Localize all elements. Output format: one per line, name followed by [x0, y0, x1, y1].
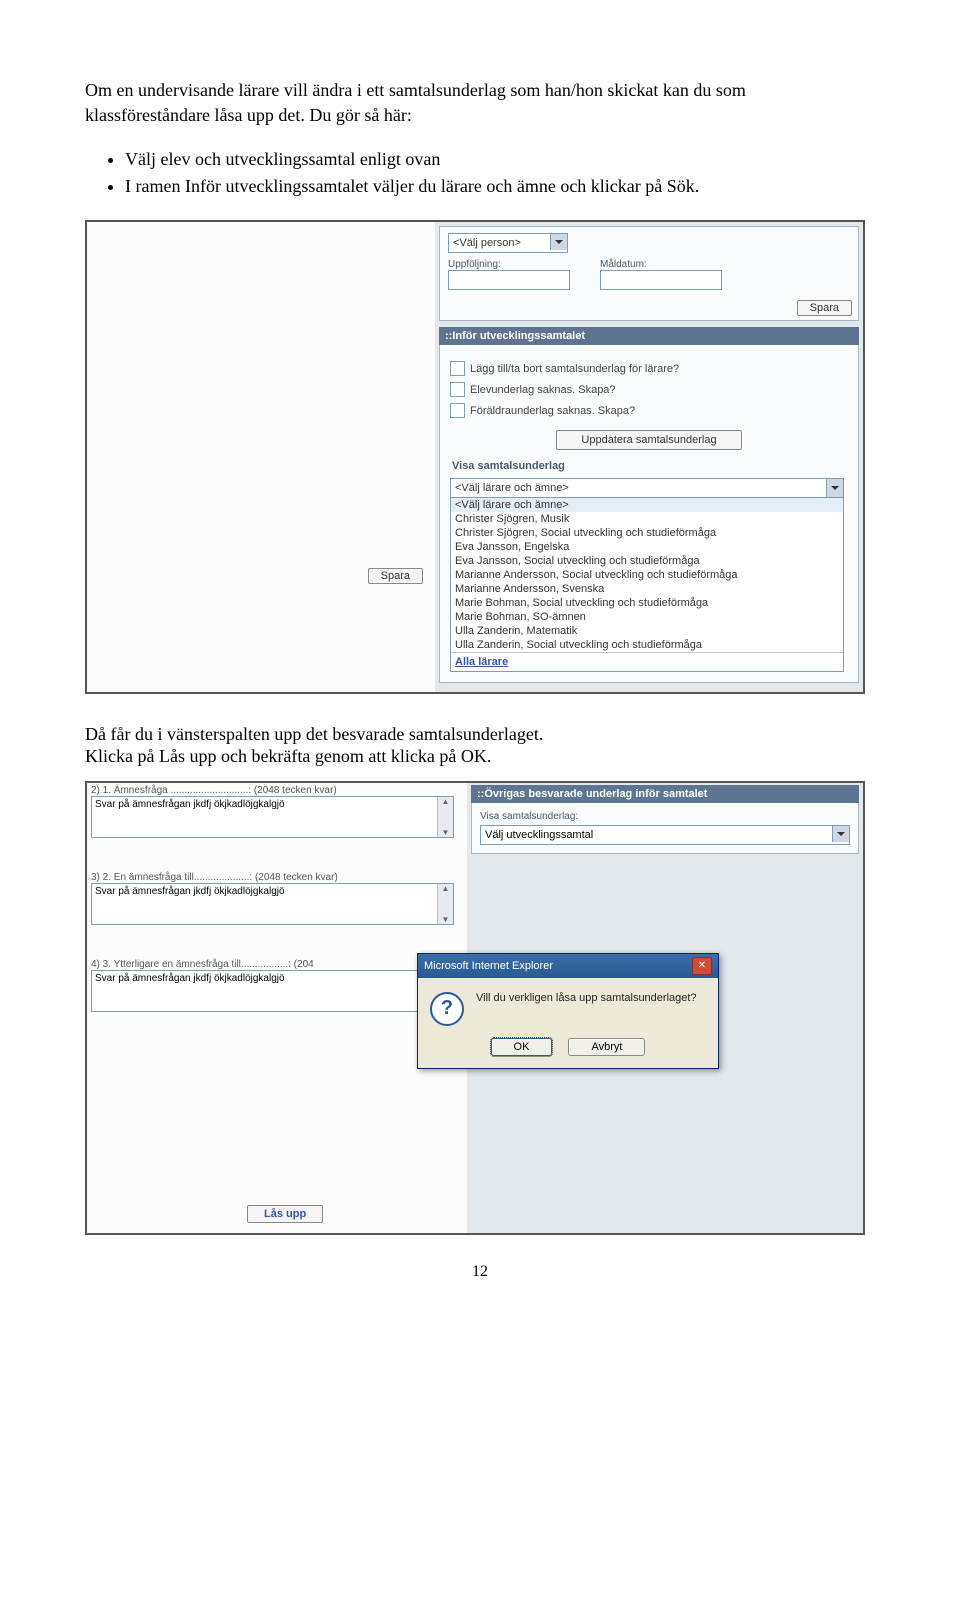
- uppdatera-button[interactable]: Uppdatera samtalsunderlag: [556, 430, 741, 450]
- dropdown-option[interactable]: Eva Jansson, Engelska: [451, 540, 843, 554]
- spara-left-button[interactable]: Spara: [368, 568, 423, 584]
- dropdown-option[interactable]: Eva Jansson, Social utveckling och studi…: [451, 554, 843, 568]
- qa-answer-1: Svar på ämnesfrågan jkdfj ökjkadlöjgkalg…: [95, 799, 285, 810]
- maldatum-label: Måldatum:: [600, 259, 722, 270]
- ok-button[interactable]: OK: [491, 1038, 553, 1056]
- check-row-3[interactable]: Föräldraunderlag saknas. Skapa?: [450, 403, 848, 418]
- screenshot-2: 2) 1. Ämnesfråga .......................…: [85, 781, 865, 1235]
- dropdown-selected-text: <Välj lärare och ämne>: [455, 482, 569, 494]
- visa-samtalsunderlag-label: Visa samtalsunderlag: [452, 460, 848, 472]
- scrollbar[interactable]: ▲▼: [437, 797, 453, 837]
- question-icon: ?: [430, 992, 464, 1026]
- qa-label-2: 3) 2. En ämnesfråga till................…: [91, 872, 463, 883]
- checkbox-icon[interactable]: [450, 403, 465, 418]
- chevron-down-icon: [826, 479, 843, 497]
- infor-panel-header: ::Inför utvecklingssamtalet: [439, 327, 859, 345]
- qa-label-3: 4) 3. Ytterligare en ämnesfråga till....…: [91, 959, 463, 970]
- ovriga-panel-header: ::Övrigas besvarade underlag inför samta…: [471, 785, 859, 803]
- screenshot-2-wrap: 2) 1. Ämnesfråga .......................…: [85, 781, 875, 1235]
- dropdown-option[interactable]: Christer Sjögren, Musik: [451, 512, 843, 526]
- dialog-title: Microsoft Internet Explorer: [424, 960, 553, 972]
- ovriga-select[interactable]: Välj utvecklingssamtal: [480, 825, 850, 845]
- intro-text: Om en undervisande lärare vill ändra i e…: [85, 78, 875, 128]
- chevron-down-icon: [550, 234, 567, 250]
- valj-person-value: <Välj person>: [453, 237, 521, 249]
- shot1-left-column: Spara: [87, 222, 435, 692]
- check-row-1[interactable]: Lägg till/ta bort samtalsunderlag för lä…: [450, 361, 848, 376]
- screenshot-1-wrap: Spara <Välj person> Uppföljning: Mål: [85, 220, 875, 694]
- check-label-3: Föräldraunderlag saknas. Skapa?: [470, 405, 635, 417]
- check-row-2[interactable]: Elevunderlag saknas. Skapa?: [450, 382, 848, 397]
- check-label-1: Lägg till/ta bort samtalsunderlag för lä…: [470, 363, 679, 375]
- qa-answer-2: Svar på ämnesfrågan jkdfj ökjkadlöjgkalg…: [95, 886, 285, 897]
- dropdown-option[interactable]: <Välj lärare och ämne>: [451, 498, 843, 512]
- uppfoljning-label: Uppföljning:: [448, 259, 570, 270]
- chevron-down-icon: [832, 826, 849, 842]
- page-number: 12: [85, 1263, 875, 1281]
- avbryt-button[interactable]: Avbryt: [568, 1038, 645, 1056]
- alla-larare-link[interactable]: Alla lärare: [451, 652, 843, 671]
- dialog-titlebar: Microsoft Internet Explorer ✕: [418, 954, 718, 978]
- dropdown-option[interactable]: Marianne Andersson, Social utveckling oc…: [451, 568, 843, 582]
- dropdown-option[interactable]: Marie Bohman, SO-ämnen: [451, 610, 843, 624]
- bullet-2: I ramen Inför utvecklingssamtalet väljer…: [125, 173, 875, 200]
- spara-right-button[interactable]: Spara: [797, 300, 852, 316]
- screenshot-1: Spara <Välj person> Uppföljning: Mål: [85, 220, 865, 694]
- bullet-list: Välj elev och utvecklingssamtal enligt o…: [125, 146, 875, 200]
- checkbox-icon[interactable]: [450, 361, 465, 376]
- shot1-right-column: <Välj person> Uppföljning: Måldatum:: [435, 222, 863, 692]
- dropdown-option[interactable]: Marianne Andersson, Svenska: [451, 582, 843, 596]
- uppfoljning-input[interactable]: [448, 270, 570, 290]
- shot2-left-column: 2) 1. Ämnesfråga .......................…: [87, 783, 467, 1233]
- check-label-2: Elevunderlag saknas. Skapa?: [470, 384, 616, 396]
- maldatum-input[interactable]: [600, 270, 722, 290]
- qa-textarea-1[interactable]: Svar på ämnesfrågan jkdfj ökjkadlöjgkalg…: [91, 796, 454, 838]
- dropdown-option[interactable]: Marie Bohman, Social utveckling och stud…: [451, 596, 843, 610]
- valj-person-select[interactable]: <Välj person>: [448, 233, 568, 253]
- qa-block-2: 3) 2. En ämnesfråga till................…: [91, 872, 463, 925]
- las-upp-button[interactable]: Lås upp: [247, 1205, 323, 1223]
- scrollbar[interactable]: ▲▼: [437, 884, 453, 924]
- qa-textarea-2[interactable]: Svar på ämnesfrågan jkdfj ökjkadlöjgkalg…: [91, 883, 454, 925]
- checkbox-icon[interactable]: [450, 382, 465, 397]
- dropdown-selected[interactable]: <Välj lärare och ämne>: [451, 479, 843, 498]
- top-panel: <Välj person> Uppföljning: Måldatum:: [439, 226, 859, 321]
- ovriga-label: Visa samtalsunderlag:: [480, 811, 850, 822]
- qa-label-1: 2) 1. Ämnesfråga .......................…: [91, 785, 463, 796]
- dialog-message: Vill du verkligen låsa upp samtalsunderl…: [476, 992, 697, 1004]
- infor-panel-body: Lägg till/ta bort samtalsunderlag för lä…: [439, 345, 859, 683]
- qa-answer-3: Svar på ämnesfrågan jkdfj ökjkadlöjgkalg…: [95, 973, 285, 984]
- dropdown-option[interactable]: Ulla Zanderin, Social utveckling och stu…: [451, 638, 843, 652]
- confirm-dialog: Microsoft Internet Explorer ✕ ? Vill du …: [417, 953, 719, 1069]
- qa-block-3: 4) 3. Ytterligare en ämnesfråga till....…: [91, 959, 463, 1012]
- mid-text-2: Klicka på Lås upp och bekräfta genom att…: [85, 744, 875, 769]
- dropdown-option[interactable]: Ulla Zanderin, Matematik: [451, 624, 843, 638]
- qa-block-1: 2) 1. Ämnesfråga .......................…: [91, 785, 463, 838]
- larare-amne-dropdown[interactable]: <Välj lärare och ämne> <Välj lärare och …: [450, 478, 844, 672]
- qa-textarea-3[interactable]: Svar på ämnesfrågan jkdfj ökjkadlöjgkalg…: [91, 970, 454, 1012]
- ovriga-panel-body: Visa samtalsunderlag: Välj utvecklingssa…: [471, 803, 859, 854]
- dropdown-option[interactable]: Christer Sjögren, Social utveckling och …: [451, 526, 843, 540]
- bullet-1: Välj elev och utvecklingssamtal enligt o…: [125, 146, 875, 173]
- ovriga-select-value: Välj utvecklingssamtal: [485, 829, 593, 841]
- close-icon[interactable]: ✕: [692, 957, 712, 975]
